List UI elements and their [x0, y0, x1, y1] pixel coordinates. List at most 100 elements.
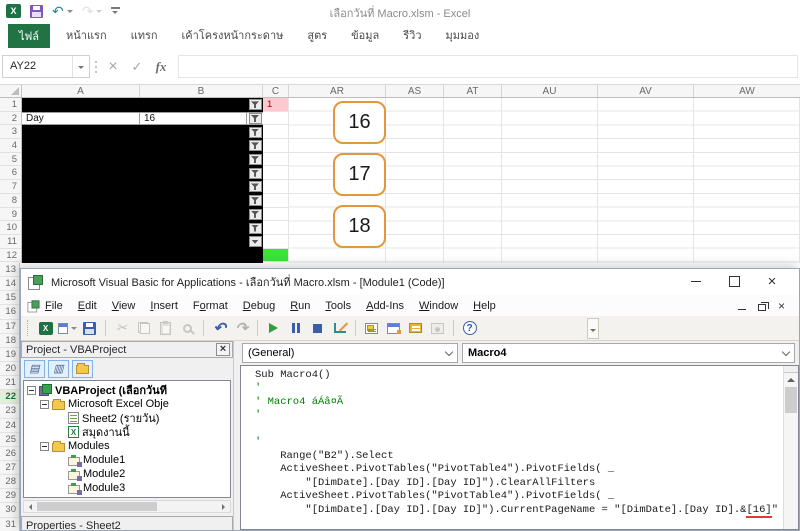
ribbon-tab[interactable]: แทรก: [119, 22, 170, 50]
row-number[interactable]: 4: [0, 139, 21, 153]
project-close-icon[interactable]: [216, 343, 230, 356]
sheet-row[interactable]: [22, 125, 263, 139]
row-number[interactable]: 16: [0, 305, 19, 319]
filter-button[interactable]: [249, 168, 262, 179]
menu-run[interactable]: Run: [290, 300, 310, 312]
row-number[interactable]: 15: [0, 291, 19, 305]
cell-c[interactable]: [263, 153, 289, 167]
row-number[interactable]: 26: [0, 447, 19, 461]
row-number[interactable]: 28: [0, 475, 19, 489]
row-number[interactable]: 11: [0, 235, 21, 249]
cell-c[interactable]: [263, 125, 289, 139]
cell-c[interactable]: [263, 194, 289, 208]
toolbox-button[interactable]: [406, 319, 425, 338]
sheet-row[interactable]: [22, 166, 263, 180]
row-number[interactable]: 30: [0, 503, 19, 517]
menu-help[interactable]: Help: [473, 300, 496, 312]
row-number[interactable]: 31: [0, 518, 19, 531]
column-header[interactable]: AR: [289, 85, 386, 97]
procedure-dropdown[interactable]: Macro4: [462, 343, 795, 363]
collapse-icon[interactable]: [40, 442, 49, 451]
redo-button[interactable]: [232, 319, 251, 338]
row-number[interactable]: 27: [0, 461, 19, 475]
row-number[interactable]: 6: [0, 166, 21, 180]
menu-edit[interactable]: Edit: [78, 300, 97, 312]
row-number[interactable]: 17: [0, 320, 19, 334]
menu-format[interactable]: Format: [193, 300, 228, 312]
design-mode-button[interactable]: [330, 319, 349, 338]
column-header[interactable]: AU: [502, 85, 598, 97]
filter-button[interactable]: [249, 223, 262, 234]
shape-button-16[interactable]: 16: [333, 101, 386, 144]
minimize-button[interactable]: [681, 269, 711, 294]
project-scrollbar[interactable]: [23, 500, 231, 513]
scroll-left-icon[interactable]: [26, 504, 32, 510]
object-dropdown[interactable]: (General): [242, 343, 458, 363]
enter-icon[interactable]: [126, 55, 148, 78]
row-number[interactable]: 1: [0, 98, 21, 112]
code-scrollbar[interactable]: [783, 366, 798, 529]
menu-tools[interactable]: Tools: [325, 300, 351, 312]
column-header[interactable]: AV: [598, 85, 694, 97]
undo-button[interactable]: [210, 319, 229, 338]
reset-button[interactable]: [308, 319, 327, 338]
paste-button[interactable]: [156, 319, 175, 338]
row-number[interactable]: 25: [0, 433, 19, 447]
ribbon-tab[interactable]: ข้อมูล: [339, 22, 391, 50]
row-number[interactable]: 20: [0, 362, 19, 376]
insert-function-icon[interactable]: fx: [150, 55, 172, 78]
filter-button[interactable]: [249, 140, 262, 151]
properties-window-button[interactable]: [384, 319, 403, 338]
tree-item[interactable]: Module2: [25, 467, 230, 481]
ribbon-tab[interactable]: รีวิว: [391, 22, 433, 50]
column-header[interactable]: B: [140, 85, 263, 97]
break-button[interactable]: [286, 319, 305, 338]
collapse-icon[interactable]: [40, 400, 49, 409]
cell-c[interactable]: 1: [263, 98, 289, 112]
menu-addins[interactable]: Add-Ins: [366, 300, 404, 312]
row-number[interactable]: 2: [0, 112, 21, 126]
row-number[interactable]: 5: [0, 153, 21, 167]
filter-button[interactable]: [249, 195, 262, 206]
filter-button[interactable]: [249, 209, 262, 220]
cell-a2[interactable]: Day: [22, 113, 140, 125]
shape-button-17[interactable]: 17: [333, 153, 386, 196]
row-number[interactable]: 29: [0, 489, 19, 503]
filter-button[interactable]: [249, 181, 262, 192]
menu-window[interactable]: Window: [419, 300, 458, 312]
mdi-minimize-icon[interactable]: [738, 309, 746, 310]
scroll-up-icon[interactable]: [784, 373, 798, 387]
cell-c[interactable]: [263, 249, 289, 263]
ribbon-tab[interactable]: เค้าโครงหน้ากระดาษ: [170, 22, 296, 50]
row-number[interactable]: 3: [0, 125, 21, 139]
cell-b2[interactable]: 16: [140, 113, 247, 125]
code-editor[interactable]: Sub Macro4()'' Macro4 áÁâ¤Ã' ' Range("B2…: [240, 365, 799, 530]
formula-input[interactable]: [178, 55, 798, 78]
row-number[interactable]: 14: [0, 277, 19, 291]
tree-item[interactable]: VBAProject (เลือกวันที: [25, 383, 230, 397]
filter-button[interactable]: [249, 236, 262, 247]
filter-button[interactable]: [249, 113, 262, 124]
mdi-restore-icon[interactable]: [758, 304, 766, 311]
collapse-icon[interactable]: [27, 386, 36, 395]
sheet-row[interactable]: [22, 194, 263, 208]
filter-button[interactable]: [249, 127, 262, 138]
ribbon-tab[interactable]: มุมมอง: [434, 22, 492, 50]
sheet-row[interactable]: [22, 180, 263, 194]
insert-userform-button[interactable]: [58, 319, 77, 338]
tree-item[interactable]: Module3: [25, 481, 230, 495]
tab-file[interactable]: ไฟล์: [8, 24, 50, 48]
column-header[interactable]: AS: [386, 85, 444, 97]
cancel-icon[interactable]: [102, 55, 124, 78]
help-button[interactable]: [460, 319, 479, 338]
shape-button-18[interactable]: 18: [333, 205, 386, 248]
row-number[interactable]: 12: [0, 249, 21, 263]
row-number[interactable]: 19: [0, 348, 19, 362]
sheet-row[interactable]: Day16: [22, 112, 263, 126]
view-object-button[interactable]: [48, 360, 69, 378]
toggle-folders-button[interactable]: [72, 360, 93, 378]
sheet-row[interactable]: [22, 235, 263, 249]
sheet-row[interactable]: [22, 98, 263, 112]
copy-button[interactable]: [134, 319, 153, 338]
row-number[interactable]: 22: [0, 390, 19, 404]
